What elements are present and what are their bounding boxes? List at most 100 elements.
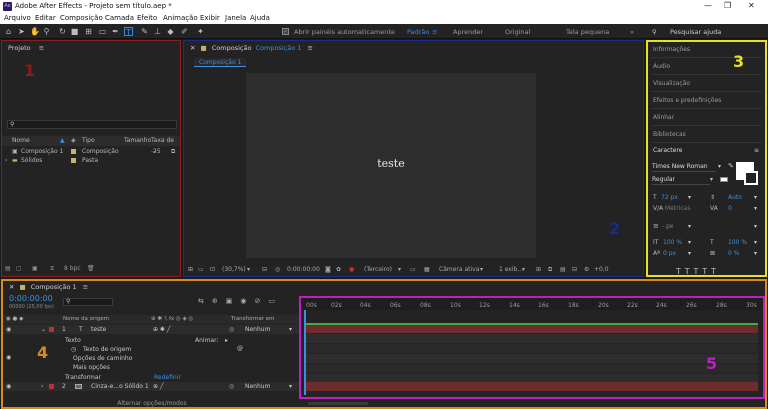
tsume-value[interactable]: 0 %	[728, 250, 739, 257]
prop-animar[interactable]: Animar:	[195, 337, 218, 344]
color-icon[interactable]: ●	[349, 264, 354, 275]
close-tab-icon[interactable]: ✕	[190, 44, 195, 52]
chevron-down-icon[interactable]: ▾	[398, 264, 401, 275]
menu-icon[interactable]: ≡	[432, 28, 437, 36]
panel-audio[interactable]: Áudio	[653, 63, 670, 70]
flowchart-icon[interactable]: ⧉	[171, 147, 175, 156]
chevron-down-icon[interactable]: ▾	[718, 163, 721, 170]
trash-icon[interactable]: 🗑	[87, 265, 95, 272]
preview-icon[interactable]: ⊞	[188, 264, 193, 275]
chevron-down-icon[interactable]: ▾	[754, 250, 757, 257]
label-tag-icon[interactable]: ◈	[71, 136, 76, 146]
font-family-select[interactable]: Times New Roman	[652, 163, 716, 172]
menu-editar[interactable]: Editar	[35, 14, 56, 22]
layer-name[interactable]: Cinza-e...o Sólido 1	[91, 382, 149, 391]
resolution-select[interactable]: (Terceiro)	[364, 264, 392, 275]
close-tab-icon[interactable]: ✕	[9, 283, 14, 291]
panel-menu-icon[interactable]: ≡	[39, 44, 44, 52]
timeline-icon[interactable]: ▤	[560, 264, 566, 275]
auto-open-checkbox[interactable]: ✓	[282, 28, 289, 35]
lock-icon[interactable]: ■	[201, 44, 207, 52]
panel-menu-icon[interactable]: ≡	[754, 147, 759, 154]
close-button[interactable]: ✕	[748, 1, 755, 10]
visibility-eye-icon[interactable]: ◉	[6, 382, 11, 391]
sort-icon[interactable]: ▲	[60, 136, 65, 146]
prop-mais-opcoes[interactable]: Mais opções	[73, 364, 110, 371]
layer-row-1[interactable]: ◉ ⌄ 1 T teste ⊕ ✱ ╱ ◎ Nenhum ▾	[3, 325, 301, 334]
prop-transformar[interactable]: Transformar	[65, 374, 101, 381]
chevron-down-icon[interactable]: ▾	[710, 176, 713, 183]
chevron-down-icon[interactable]: ▾	[754, 205, 757, 212]
parent-pick-icon[interactable]: ◎	[229, 325, 234, 334]
bpc-label[interactable]: 8 bpc	[64, 265, 81, 272]
transparency-grid-icon[interactable]: ▦	[424, 264, 430, 275]
panel-preview[interactable]: Visualização	[653, 80, 690, 87]
panel-effects[interactable]: Efeitos e predefinições	[653, 97, 721, 104]
stroke-width-value[interactable]: - px	[662, 223, 673, 230]
stroke-color-swatch[interactable]	[744, 171, 758, 185]
font-size-value[interactable]: 72 px	[661, 194, 678, 201]
layer-bar-2[interactable]	[304, 382, 758, 391]
selection-tool-icon[interactable]: ➤	[17, 27, 26, 36]
menu-ajuda[interactable]: Ajuda	[250, 14, 270, 22]
zoom-level[interactable]: (30,7%)	[222, 264, 246, 275]
menu-efeito[interactable]: Efeito	[137, 14, 157, 22]
camera-tool-icon[interactable]: ■	[70, 27, 79, 36]
panel-align[interactable]: Alinhar	[653, 114, 674, 121]
col-source-name[interactable]: Nome da origem	[63, 315, 109, 324]
chevron-down-icon[interactable]: ▾	[289, 325, 292, 334]
project-item-row[interactable]: › ▬ Sólidos Pasta	[2, 156, 180, 166]
type-tool-icon[interactable]: T	[124, 27, 133, 37]
comp-tab[interactable]: Composição 1	[194, 58, 247, 67]
menu-animacao[interactable]: Animação	[163, 14, 198, 22]
visibility-eye-icon[interactable]: ◉	[6, 354, 11, 361]
menu-camada[interactable]: Camada	[105, 14, 134, 22]
swap-color-icon[interactable]	[720, 177, 728, 182]
workspace-padrao[interactable]: Padrão	[407, 28, 429, 36]
more-workspaces-icon[interactable]: »	[630, 28, 634, 36]
camera-select[interactable]: Câmera ativa	[439, 264, 479, 275]
playhead[interactable]	[304, 310, 306, 395]
tracking-value[interactable]: 0	[728, 205, 732, 212]
chevron-down-icon[interactable]: ▾	[688, 250, 691, 257]
home-icon[interactable]: ⌂	[4, 27, 13, 36]
toggle-switches-label[interactable]: Alternar opções/modos	[117, 400, 186, 407]
vertical-scale-value[interactable]: 100 %	[663, 239, 682, 246]
reset-link[interactable]: Redefinir	[154, 374, 181, 381]
comp-title-link[interactable]: Composição 1	[256, 44, 302, 52]
rotate-tool-icon[interactable]: ↻	[58, 27, 67, 36]
chevron-down-icon[interactable]: ▾	[522, 264, 525, 275]
current-time[interactable]: 0:00:00:00	[287, 264, 320, 275]
layer-label-color[interactable]	[49, 384, 54, 389]
col-tipo[interactable]: Tipo	[82, 136, 95, 146]
font-style-select[interactable]: Regular	[652, 176, 710, 185]
flowchart-icon[interactable]: ⧉	[548, 264, 552, 275]
search-help-input[interactable]: Pesquisar ajuda	[670, 28, 721, 36]
workspace-aprender[interactable]: Aprender	[453, 28, 483, 36]
layer-switches[interactable]: ⊕ ✱ ╱	[153, 325, 170, 334]
stopwatch-icon[interactable]: ◷	[71, 346, 76, 353]
chevron-down-icon[interactable]: ▾	[754, 223, 757, 230]
bpc-icon[interactable]: ⧖	[50, 265, 54, 273]
prop-opcoes-caminho[interactable]: Opções de caminho	[73, 355, 132, 362]
toggle-switches-modes[interactable]: Alternar opções/modos	[3, 399, 301, 408]
prop-texto[interactable]: Texto	[65, 337, 81, 344]
timeline-switch-icons[interactable]: ⇆⊕▣◉⊘▭	[198, 297, 283, 305]
chevron-down-icon[interactable]: ▾	[688, 239, 691, 246]
layout-icon[interactable]: ⊟	[572, 264, 577, 275]
pan-behind-tool-icon[interactable]: ⊞	[84, 27, 93, 36]
search-help-icon[interactable]: ⚲	[652, 28, 657, 36]
mask-icon[interactable]: ◎	[275, 264, 280, 275]
monitor-icon[interactable]: ▭	[198, 264, 204, 275]
panel-menu-icon[interactable]: ≡	[83, 283, 88, 291]
panel-menu-icon[interactable]: ≡	[308, 44, 313, 52]
layer-name[interactable]: teste	[91, 325, 106, 334]
prop-texto-origem[interactable]: Texto de origem	[83, 346, 131, 353]
roto-brush-icon[interactable]: ✐	[180, 27, 189, 36]
layer-row-2[interactable]: ◉ › 2 Cinza-e...o Sólido 1 ⊕ ╱ ◎ Nenhum …	[3, 382, 301, 391]
views-select[interactable]: 1 exib...	[499, 264, 523, 275]
maximize-button[interactable]: ❐	[724, 1, 731, 10]
toggle-pixel-icon[interactable]: ⊞	[536, 264, 541, 275]
work-area-bar[interactable]	[304, 323, 758, 325]
canvas-text[interactable]: teste	[246, 157, 536, 170]
